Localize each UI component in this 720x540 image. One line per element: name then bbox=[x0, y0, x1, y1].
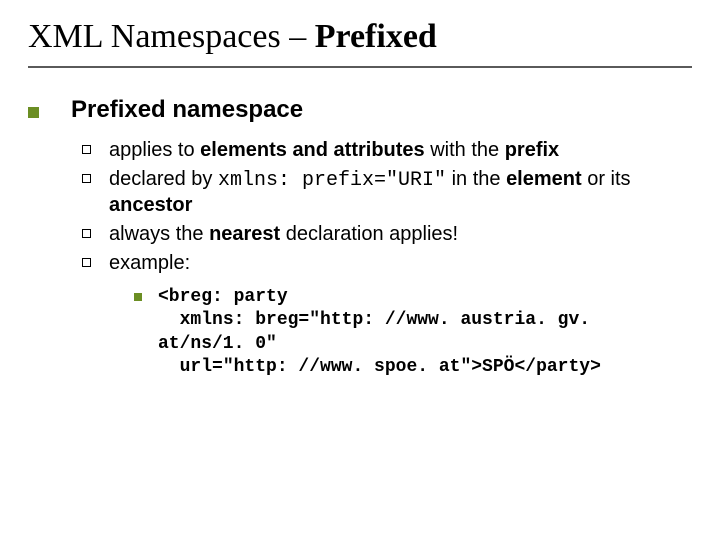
level2-item: example: bbox=[82, 251, 670, 276]
text-bold: nearest bbox=[209, 223, 286, 245]
inline-code: xmlns: prefix="URI" bbox=[218, 169, 446, 192]
hollow-square-bullet-icon bbox=[82, 174, 91, 183]
square-bullet-icon bbox=[28, 107, 39, 118]
slide: XML Namespaces – Prefixed Prefixed names… bbox=[0, 0, 720, 540]
level3-list: <breg: party xmlns: breg="http: //www. a… bbox=[134, 286, 656, 380]
text-bold: elements and attributes bbox=[200, 139, 430, 161]
title-rule bbox=[28, 66, 692, 68]
level2-item: declared by xmlns: prefix="URI" in the e… bbox=[82, 167, 670, 218]
text-part: in the bbox=[446, 168, 506, 190]
bullet-text: declared by xmlns: prefix="URI" in the e… bbox=[109, 167, 670, 218]
bullet-text: always the nearest declaration applies! bbox=[109, 222, 670, 247]
title-plain: XML Namespaces – bbox=[28, 18, 315, 55]
square-bullet-icon bbox=[134, 293, 142, 301]
slide-title: XML Namespaces – Prefixed bbox=[28, 18, 692, 60]
text-bold: element bbox=[506, 168, 582, 190]
text-part: with the bbox=[430, 139, 504, 161]
text-part: declared by bbox=[109, 168, 218, 190]
level2-item: applies to elements and attributes with … bbox=[82, 138, 670, 163]
bullet-text: example: bbox=[109, 251, 670, 276]
hollow-square-bullet-icon bbox=[82, 229, 91, 238]
text-part: example: bbox=[109, 252, 190, 274]
hollow-square-bullet-icon bbox=[82, 145, 91, 154]
bullet-text: applies to elements and attributes with … bbox=[109, 138, 670, 163]
level1-heading: Prefixed namespace bbox=[71, 96, 303, 124]
text-part: applies to bbox=[109, 139, 200, 161]
level2-item: always the nearest declaration applies! bbox=[82, 222, 670, 247]
hollow-square-bullet-icon bbox=[82, 258, 91, 267]
title-bold: Prefixed bbox=[315, 18, 437, 55]
text-bold: prefix bbox=[505, 139, 559, 161]
code-example: <breg: party xmlns: breg="http: //www. a… bbox=[158, 286, 656, 380]
text-part: or its bbox=[582, 168, 631, 190]
level3-item: <breg: party xmlns: breg="http: //www. a… bbox=[134, 286, 656, 380]
level2-list: applies to elements and attributes with … bbox=[82, 138, 670, 276]
level1-item: Prefixed namespace bbox=[28, 96, 692, 124]
text-bold: ancestor bbox=[109, 194, 192, 216]
text-part: always the bbox=[109, 223, 209, 245]
text-part: declaration applies! bbox=[286, 223, 458, 245]
